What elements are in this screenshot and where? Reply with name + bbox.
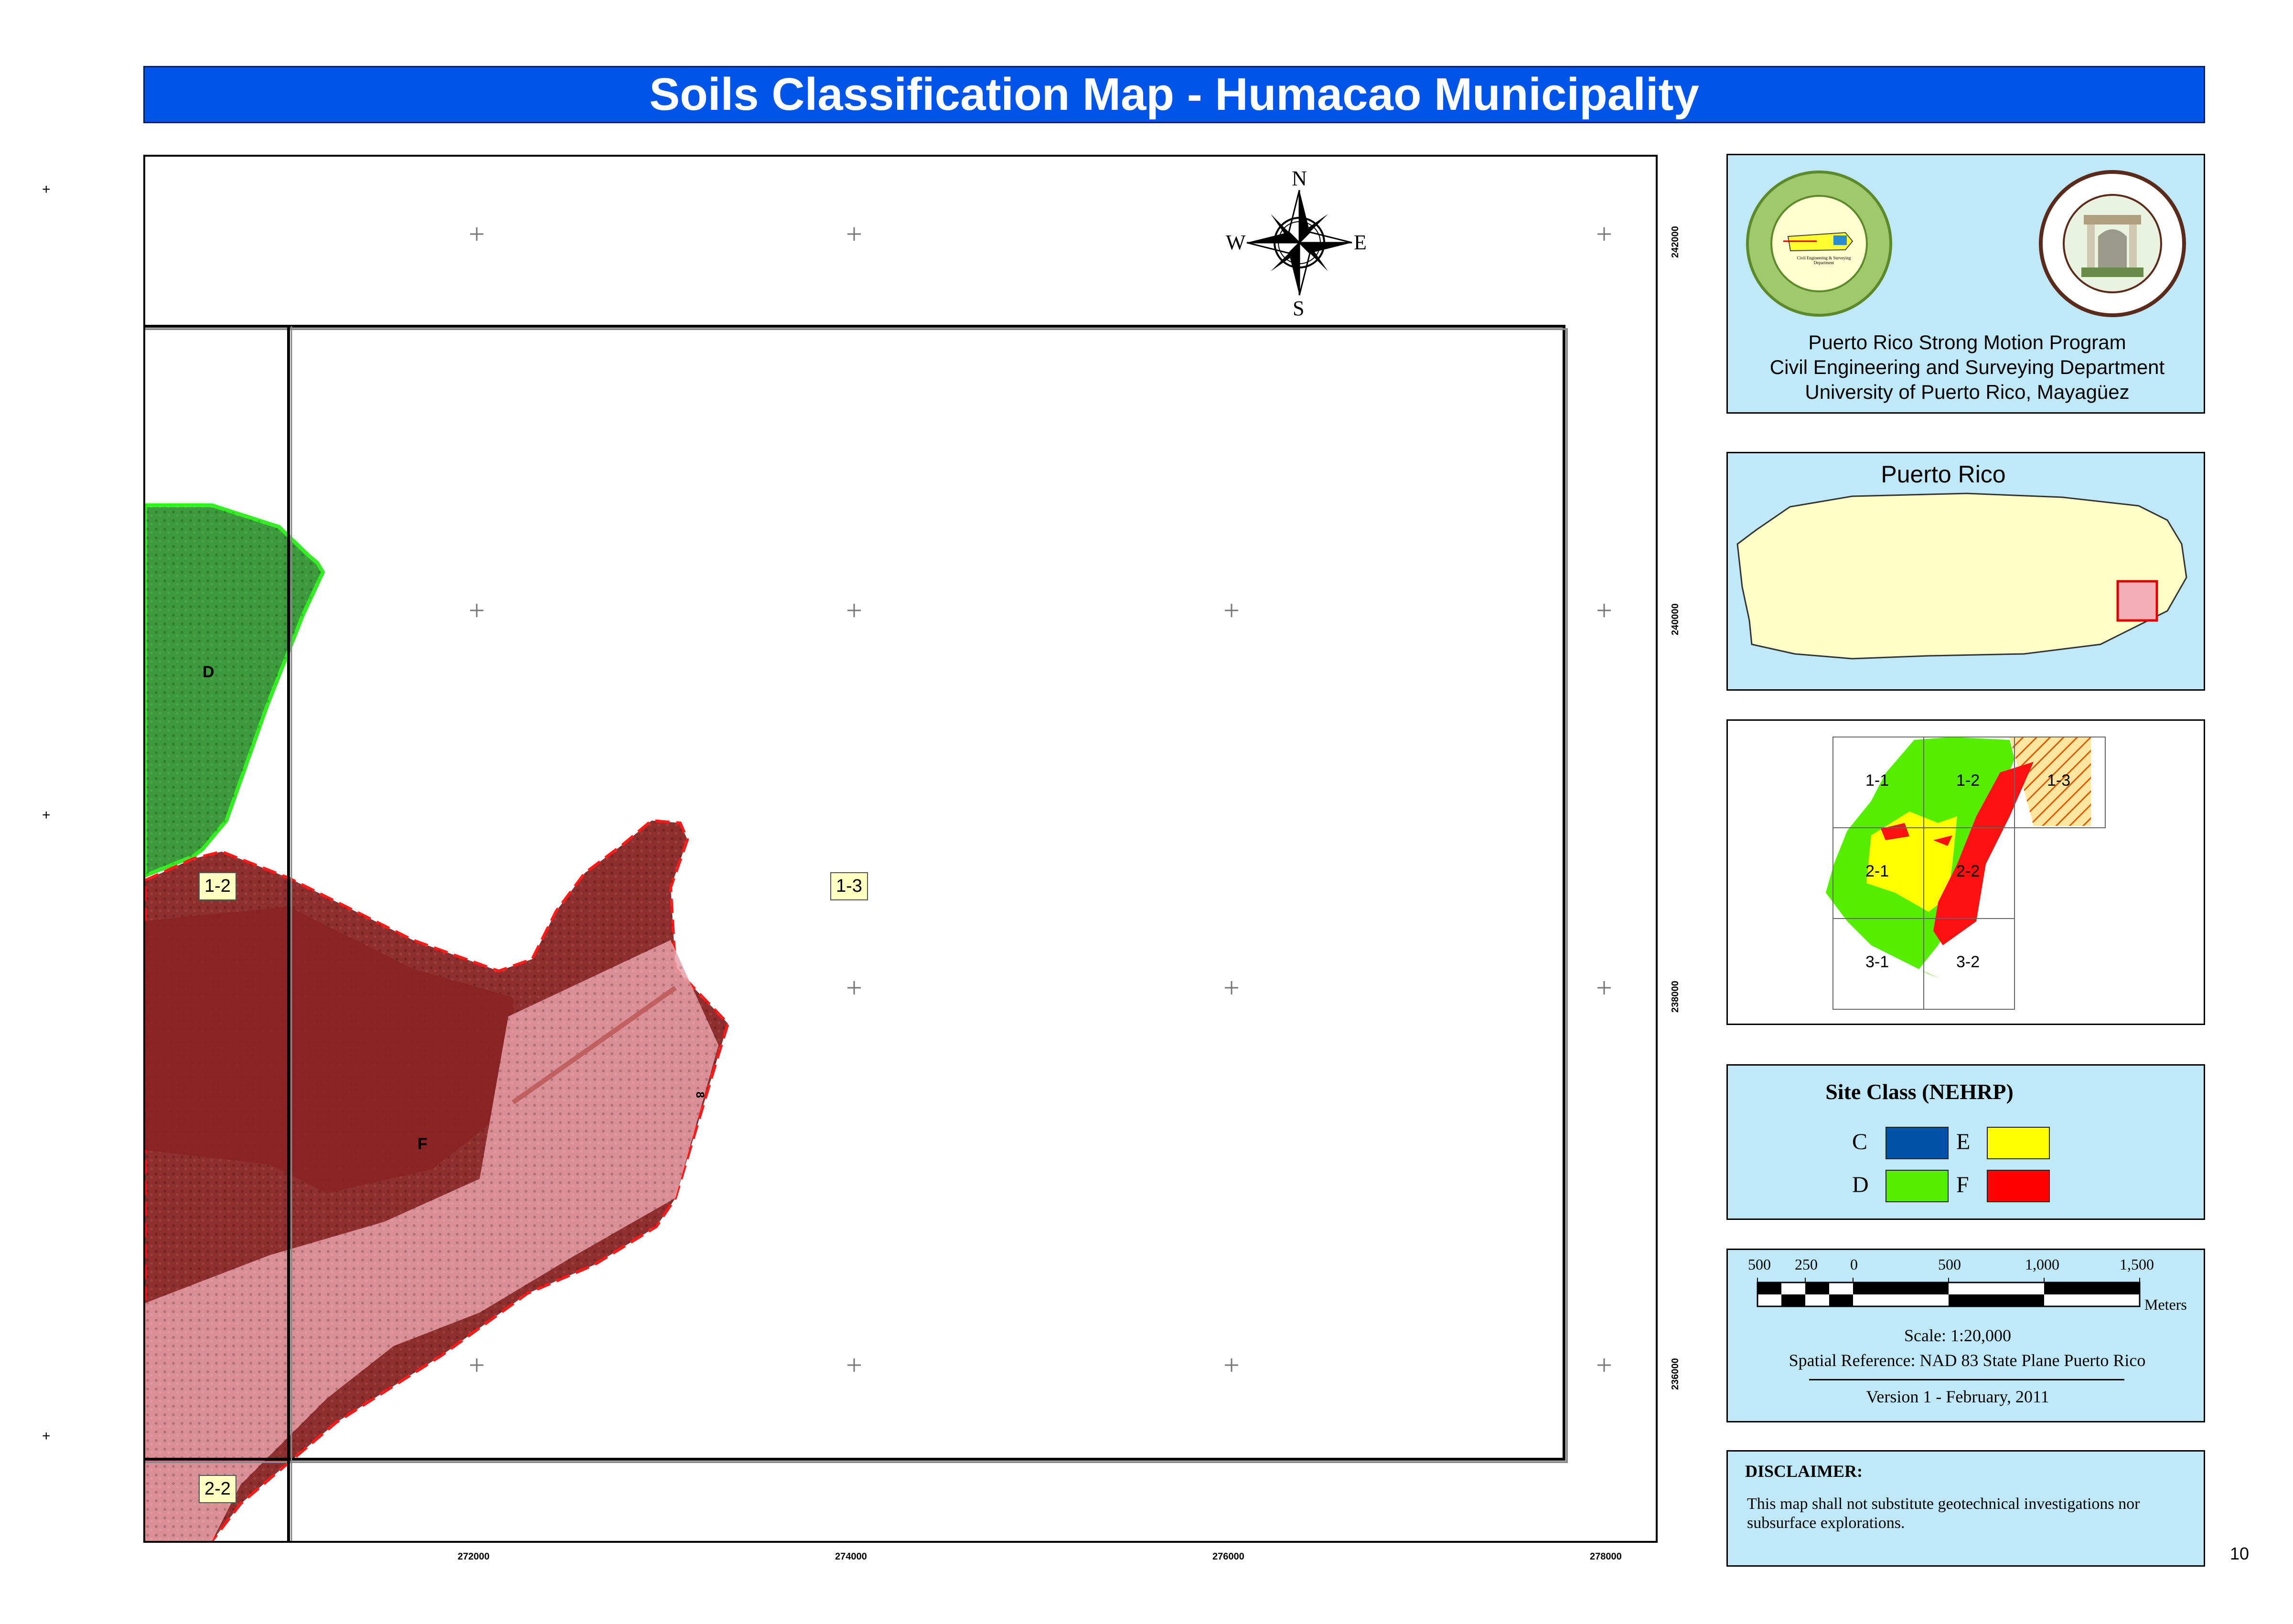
disclaimer-title: DISCLAIMER:	[1745, 1462, 1863, 1481]
index-panel: 1-1 1-2 1-3 2-1 2-2 3-1 3-2	[1726, 719, 2205, 1025]
x-tick-278000: 278000	[1590, 1551, 1622, 1562]
locator-panel: Puerto Rico	[1726, 452, 2205, 691]
class-d-region	[145, 503, 325, 878]
legend-title: Site Class (NEHRP)	[1825, 1079, 2014, 1104]
sheet-label-2-2: 2-2	[199, 1475, 236, 1503]
program-line-3: University of Puerto Rico, Mayagüez	[1805, 381, 2130, 403]
legend-swatch-d	[1886, 1170, 1949, 1202]
sheet-label-1-2: 1-2	[199, 872, 236, 900]
prsmp-seal-logo	[1746, 171, 1892, 317]
disclaimer-text: This map shall not substitute geotechnic…	[1747, 1495, 2140, 1532]
y-tick-240000: 240000	[1670, 603, 1681, 635]
compass-n-label: N	[1292, 167, 1307, 190]
scale-tick-500: 500	[1938, 1256, 1961, 1273]
legend-swatch-f	[1987, 1170, 2050, 1202]
legend-label-d: D	[1852, 1172, 1869, 1197]
main-map[interactable]: N S W E 1-2 1-3 2-2 D F 8	[143, 155, 1658, 1543]
spatial-reference: Spatial Reference: NAD 83 State Plane Pu…	[1789, 1351, 2146, 1370]
program-line-2: Civil Engineering and Surveying Departme…	[1769, 356, 2165, 378]
index-cell-1-3: 1-3	[2047, 771, 2071, 790]
class-f-region	[145, 819, 730, 1541]
y-tick-238000: 238000	[1670, 981, 1681, 1013]
x-tick-276000: 276000	[1212, 1551, 1244, 1562]
y-tick-242000: 242000	[1670, 226, 1681, 258]
legend-panel: Site Class (NEHRP) C E D F	[1726, 1064, 2205, 1220]
legend-label-c: C	[1852, 1129, 1868, 1154]
compass-s-label: S	[1293, 297, 1305, 320]
version-text: Version 1 - February, 2011	[1866, 1387, 2049, 1406]
index-cell-1-2: 1-2	[1956, 771, 1980, 790]
compass-w-label: W	[1226, 231, 1246, 254]
compass-rose	[1246, 190, 1352, 296]
scale-tick-0: 0	[1850, 1256, 1858, 1273]
class-f-label: F	[418, 1135, 428, 1153]
legend-swatch-e	[1987, 1127, 2050, 1159]
map-title: Soils Classification Map - Humacao Munic…	[143, 66, 2205, 123]
prsmp-seal-inner: Civil Engineering & Surveying Department	[1797, 256, 1851, 265]
index-cell-2-2: 2-2	[1956, 862, 1980, 880]
legend-label-f: F	[1956, 1172, 1969, 1197]
scale-tick-250: 250	[1795, 1256, 1818, 1273]
y-tick-236000: 236000	[1670, 1358, 1681, 1390]
scale-ratio: Scale: 1:20,000	[1904, 1326, 2011, 1345]
disclaimer-panel: DISCLAIMER: This map shall not substitut…	[1726, 1450, 2205, 1567]
x-tick-274000: 274000	[835, 1551, 867, 1562]
scale-tick-1000: 1,000	[2025, 1256, 2059, 1273]
scale-divider	[1809, 1379, 2124, 1380]
compass-e-label: E	[1354, 231, 1367, 254]
edge-cross-2: +	[42, 807, 51, 823]
scale-bar	[1757, 1278, 2141, 1307]
legend-label-e: E	[1956, 1129, 1971, 1154]
logos-panel: Civil Engineering & Surveying Department…	[1726, 154, 2205, 414]
class-d-label: D	[203, 663, 214, 681]
page-number: 10	[2230, 1544, 2250, 1563]
edge-cross-3: +	[42, 1428, 51, 1444]
index-cell-3-1: 3-1	[1865, 953, 1889, 971]
uprm-seal-logo	[2039, 170, 2186, 317]
index-cell-1-1: 1-1	[1865, 771, 1889, 790]
program-line-1: Puerto Rico Strong Motion Program	[1808, 331, 2126, 353]
legend-swatch-c	[1886, 1127, 1949, 1159]
puerto-rico-outline	[1736, 492, 2187, 660]
class-small-label: 8	[693, 1091, 707, 1098]
scale-tick-500-left: 500	[1748, 1256, 1771, 1273]
map-canvas	[145, 190, 1611, 1541]
scale-tick-1500: 1,500	[2120, 1256, 2154, 1273]
sheet-label-1-3: 1-3	[830, 872, 868, 900]
index-cell-2-1: 2-1	[1865, 862, 1889, 880]
x-tick-272000: 272000	[458, 1551, 490, 1562]
scale-panel: 500 250 0 500 1,000 1,500 Meters Scale: …	[1726, 1249, 2205, 1422]
edge-cross-1: +	[42, 182, 51, 197]
index-cell-3-2: 3-2	[1956, 953, 1980, 971]
scale-units: Meters	[2144, 1296, 2187, 1313]
